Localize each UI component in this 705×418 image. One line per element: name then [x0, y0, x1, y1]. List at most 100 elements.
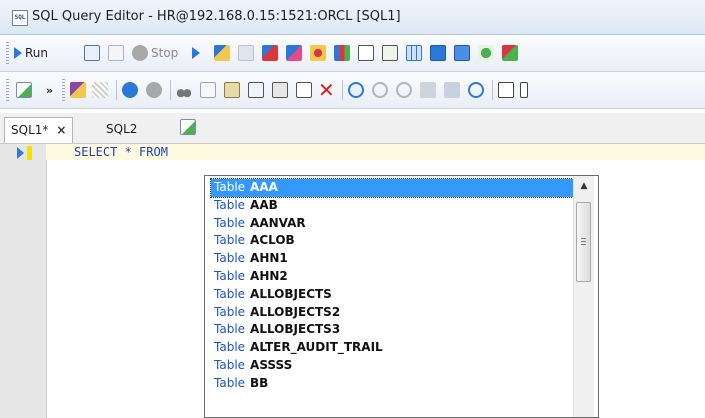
step-disabled-icon	[238, 45, 254, 61]
tool-button-12[interactable]	[502, 42, 518, 64]
item-name: ALTER_AUDIT_TRAIL	[250, 340, 383, 355]
explain-button[interactable]	[192, 42, 200, 64]
delete-button[interactable]: ✕	[318, 78, 335, 102]
autocomplete-item[interactable]: Table BB	[211, 375, 573, 393]
title-bar: SQL SQL Query Editor - HR@192.168.0.15:1…	[0, 0, 705, 35]
autocomplete-item[interactable]: Table ALTER_AUDIT_TRAIL	[211, 339, 573, 357]
redo-button[interactable]	[146, 79, 162, 101]
autocomplete-item[interactable]: Table ALLOBJECTS2	[211, 304, 573, 322]
toolbar-separator	[116, 80, 117, 100]
item-name: ASSSS	[250, 357, 293, 372]
tab-sql2[interactable]: SQL2	[100, 117, 143, 141]
select-all-icon	[272, 82, 288, 98]
toolbar-grip[interactable]	[6, 42, 9, 64]
format-sql-button[interactable]	[248, 79, 264, 101]
toolbar-grip[interactable]	[62, 79, 65, 101]
autocomplete-item[interactable]: Table ASSSS	[211, 357, 573, 375]
tool-button-4[interactable]	[286, 42, 302, 64]
undo-button[interactable]	[122, 79, 138, 101]
autocomplete-item[interactable]: Table AHN2	[211, 268, 573, 286]
run-step-button[interactable]	[84, 42, 100, 64]
debug-icon	[310, 45, 326, 61]
uncomment-icon	[520, 82, 528, 98]
tool-button-3[interactable]	[262, 42, 278, 64]
tool-button-7[interactable]	[358, 42, 374, 64]
bookmark-icon	[420, 82, 436, 98]
item-name: AAB	[250, 197, 278, 212]
item-kind: Table	[214, 322, 246, 337]
paste-button[interactable]	[224, 79, 240, 101]
run-icon	[14, 47, 22, 59]
overflow-chevron-icon: »	[46, 83, 54, 97]
modified-line-marker	[27, 146, 32, 160]
delete-x-icon: ✕	[318, 78, 335, 102]
toolbar-separator	[170, 80, 171, 100]
autocomplete-list[interactable]: Table AAA Table AAB Table AANVAR Table ACLOB Tab…	[210, 178, 574, 393]
tool-button-11[interactable]	[478, 42, 494, 64]
tool-button-2[interactable]	[238, 42, 254, 64]
autocomplete-item[interactable]: Table AAA	[210, 178, 574, 198]
item-kind: Table	[214, 375, 246, 390]
sql-code-line[interactable]: SELECT * FROM	[74, 144, 168, 160]
item-kind: Table	[214, 268, 246, 283]
replace-all-button[interactable]	[396, 79, 412, 101]
autocomplete-item[interactable]: Table AHN1	[211, 250, 573, 268]
tool-button-8[interactable]	[382, 42, 398, 64]
grid-view-button[interactable]	[406, 42, 422, 64]
tool-button-5[interactable]	[310, 42, 326, 64]
stop-button[interactable]: Stop	[132, 42, 178, 64]
item-name: AAA	[250, 180, 278, 194]
find-next-button[interactable]	[372, 79, 388, 101]
item-name: ALLOBJECTS3	[250, 322, 341, 337]
tool-button-14[interactable]	[92, 79, 108, 101]
clear-button[interactable]	[296, 79, 312, 101]
undo-icon	[122, 82, 138, 98]
search-icon	[348, 82, 364, 98]
autocomplete-item[interactable]: Table ACLOB	[211, 232, 573, 250]
scroll-up-icon[interactable]: ▲	[576, 178, 592, 194]
tool-button-6[interactable]	[334, 42, 350, 64]
item-kind: Table	[214, 233, 246, 248]
find-next-icon	[372, 82, 388, 98]
autocomplete-item[interactable]: Table ALLOBJECTS	[211, 286, 573, 304]
grid-icon	[406, 45, 422, 61]
tool-button-13[interactable]	[70, 79, 86, 101]
tool-button-10[interactable]	[454, 42, 470, 64]
run-step-disabled-button[interactable]	[108, 42, 124, 64]
select-all-button[interactable]	[272, 79, 288, 101]
edit-toolbar: » ✕	[0, 72, 705, 109]
tool-button-9[interactable]	[430, 42, 446, 64]
new-tab-icon	[180, 119, 196, 135]
item-name: AANVAR	[250, 215, 306, 230]
run-step-icon	[84, 45, 100, 61]
comment-button[interactable]	[498, 79, 514, 101]
tool-button-15[interactable]	[444, 79, 460, 101]
autocomplete-item[interactable]: Table ALLOBJECTS3	[211, 321, 573, 339]
cut-button[interactable]	[176, 79, 192, 101]
replace-icon	[468, 82, 484, 98]
new-query-button[interactable]	[16, 79, 32, 101]
copy-button[interactable]	[200, 79, 216, 101]
stop-icon	[132, 45, 148, 61]
toolbar-overflow-button[interactable]: »	[46, 79, 53, 101]
tab-sql1[interactable]: SQL1* ×	[4, 117, 74, 143]
autocomplete-scrollbar[interactable]: ▲	[573, 176, 594, 417]
step-red-icon	[262, 45, 278, 61]
uncomment-button[interactable]	[520, 79, 528, 101]
find-button[interactable]	[348, 79, 364, 101]
autocomplete-popup[interactable]: Table AAA Table AAB Table AANVAR Table ACLOB Tab…	[204, 175, 599, 418]
autocomplete-item[interactable]: Table AAB	[211, 197, 573, 215]
run-button[interactable]: Run	[14, 42, 48, 64]
toolbar-grip[interactable]	[6, 79, 9, 101]
item-kind: Table	[214, 304, 246, 319]
tool-button-16[interactable]	[468, 79, 484, 101]
new-tab-button[interactable]	[180, 116, 196, 138]
close-tab-icon[interactable]: ×	[56, 123, 66, 137]
tool-button-1[interactable]	[214, 42, 230, 64]
bookmark-button[interactable]	[420, 79, 436, 101]
item-name: ACLOB	[250, 233, 295, 248]
run-step-disabled-icon	[108, 45, 124, 61]
execution-toolbar: Run Stop	[0, 35, 705, 72]
item-kind: Table	[214, 180, 246, 194]
autocomplete-item[interactable]: Table AANVAR	[211, 215, 573, 233]
